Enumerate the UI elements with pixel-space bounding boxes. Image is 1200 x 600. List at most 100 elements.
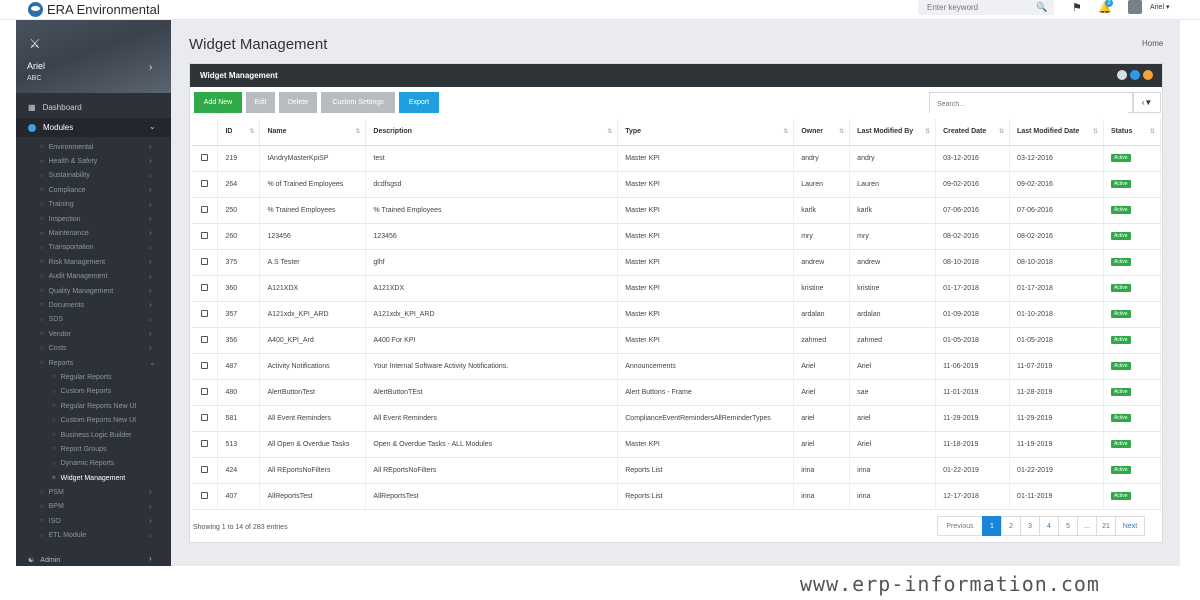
- user-menu[interactable]: Ariel ▾: [1150, 3, 1169, 11]
- sidebar-subitem[interactable]: ○ Audit Management ›: [16, 270, 171, 284]
- sidebar-subitem[interactable]: ○ Maintenance ›: [16, 226, 171, 240]
- row-checkbox[interactable]: [201, 361, 209, 369]
- column-header[interactable]: Created Date ⇅: [935, 119, 1011, 146]
- row-checkbox[interactable]: [201, 465, 209, 473]
- table-row[interactable]: 407 AllReportsTest AllReportsTest Reports L…: [192, 483, 1162, 510]
- table-row[interactable]: 360 A121XDX A121XDX Master KPI kristine krist…: [192, 275, 1162, 302]
- sidebar-subitem[interactable]: ○ Quality Management ›: [16, 284, 171, 298]
- custom-settings-button[interactable]: Custom Settings: [321, 92, 395, 113]
- sidebar-subitem[interactable]: ○ Vendor ›: [16, 327, 171, 341]
- column-header[interactable]: Last Modified Date ⇅: [1009, 119, 1104, 146]
- table-row[interactable]: 513 All Open & Overdue Tasks Open & Overdu…: [192, 431, 1162, 458]
- sort-icon[interactable]: ⇅: [607, 128, 612, 135]
- next-page-button[interactable]: Next: [1115, 516, 1145, 536]
- brand-logo[interactable]: ERA Environmental: [28, 0, 160, 18]
- sidebar-subitem[interactable]: ○ ETL Module ›: [16, 529, 171, 543]
- global-search-input[interactable]: [918, 3, 1036, 12]
- column-header[interactable]: Last Modified By ⇅: [849, 119, 937, 146]
- breadcrumb[interactable]: Home: [1142, 39, 1163, 48]
- sidebar-subitem[interactable]: ○ Costs ›: [16, 341, 171, 355]
- sidebar-subitem[interactable]: ○ Custom Reports New UI: [16, 413, 171, 427]
- column-header[interactable]: ID ⇅: [217, 119, 261, 146]
- column-header[interactable]: Status ⇅: [1103, 119, 1162, 146]
- previous-page-button[interactable]: Previous: [937, 516, 983, 536]
- table-search-input[interactable]: [930, 95, 1128, 114]
- settings-icon[interactable]: [1117, 70, 1127, 80]
- add-new-button[interactable]: Add New: [194, 92, 242, 113]
- sort-icon[interactable]: ⇅: [1150, 128, 1155, 135]
- search-icon[interactable]: 🔍: [1036, 2, 1047, 13]
- table-row[interactable]: 219 tAndryMasterKpiSP test Master KPI andry a…: [192, 145, 1162, 172]
- sort-icon[interactable]: ⇅: [925, 128, 930, 135]
- row-checkbox[interactable]: [201, 309, 209, 317]
- row-checkbox[interactable]: [201, 283, 209, 291]
- sidebar-subitem[interactable]: ○ ISO ›: [16, 514, 171, 528]
- sidebar-item-dashboard[interactable]: ▦ Dashboard: [16, 98, 171, 116]
- sort-icon[interactable]: ⇅: [249, 128, 254, 135]
- sort-icon[interactable]: ⇅: [1093, 128, 1098, 135]
- sidebar-subitem[interactable]: ○ Custom Reports: [16, 385, 171, 399]
- page-button[interactable]: 21: [1096, 516, 1116, 536]
- table-row[interactable]: 357 A121xdx_KPI_ARD A121xdx_KPI_ARD Master …: [192, 301, 1162, 328]
- table-row[interactable]: 487 Activity Notifications Your Internal S…: [192, 353, 1162, 380]
- sidebar-subitem[interactable]: ○ BPM ›: [16, 500, 171, 514]
- sidebar-subitem[interactable]: ○ Environmental ›: [16, 140, 171, 154]
- row-checkbox[interactable]: [201, 257, 209, 265]
- table-row[interactable]: 356 A400_KPI_Ard A400 For KPI Master KPI zah…: [192, 327, 1162, 354]
- row-checkbox[interactable]: [201, 413, 209, 421]
- sidebar-subitem[interactable]: ○ PSM ›: [16, 485, 171, 499]
- sidebar-subitem[interactable]: ○ Report Groups: [16, 442, 171, 456]
- chevron-right-icon[interactable]: ›: [149, 62, 152, 73]
- sidebar-subitem[interactable]: ○ Inspection ›: [16, 212, 171, 226]
- sort-icon[interactable]: ⇅: [783, 128, 788, 135]
- row-checkbox[interactable]: [201, 439, 209, 447]
- page-button[interactable]: 5: [1058, 516, 1078, 536]
- sidebar-subitem[interactable]: ○ Reports ⌄: [16, 356, 171, 370]
- table-row[interactable]: 260 123456 123456 Master KPI mry mry 08-02-201…: [192, 223, 1162, 250]
- page-button[interactable]: 1: [982, 516, 1002, 536]
- table-row[interactable]: 581 All Event Reminders All Event Reminder…: [192, 405, 1162, 432]
- sidebar-subitem[interactable]: ○ Health & Safety ›: [16, 154, 171, 168]
- delete-button[interactable]: Delete: [279, 92, 317, 113]
- row-checkbox[interactable]: [201, 387, 209, 395]
- sidebar-subitem[interactable]: ○ Widget Management: [16, 471, 171, 485]
- table-row[interactable]: 480 AlertButtonTest AlertButtonTEst Alert B…: [192, 379, 1162, 406]
- sort-icon[interactable]: ⇅: [355, 128, 360, 135]
- row-checkbox[interactable]: [201, 153, 209, 161]
- page-button[interactable]: 2: [1001, 516, 1021, 536]
- column-header[interactable]: Type ⇅: [617, 119, 795, 146]
- row-checkbox[interactable]: [201, 335, 209, 343]
- table-row[interactable]: 264 % of Trained Employees dcdfsgsd Master …: [192, 171, 1162, 198]
- sidebar-subitem[interactable]: ○ Training ›: [16, 198, 171, 212]
- sidebar-subitem[interactable]: ○ Documents ›: [16, 298, 171, 312]
- sidebar-item-modules[interactable]: Modules ⌄: [16, 118, 171, 137]
- page-button[interactable]: ...: [1077, 516, 1097, 536]
- sidebar-subitem[interactable]: ○ Transportation ›: [16, 241, 171, 255]
- sidebar-subitem[interactable]: ○ Risk Management ›: [16, 255, 171, 269]
- sidebar-subitem[interactable]: ○ Dynamic Reports: [16, 457, 171, 471]
- profile-name[interactable]: Ariel: [27, 61, 45, 71]
- sidebar-subitem[interactable]: ○ Regular Reports New UI: [16, 399, 171, 413]
- table-row[interactable]: 424 All REportsNoFilters All REportsNoFilt…: [192, 457, 1162, 484]
- table-row[interactable]: 250 % Trained Employees % Trained Employee…: [192, 197, 1162, 224]
- column-header[interactable]: Name ⇅: [259, 119, 367, 146]
- refresh-icon[interactable]: [1130, 70, 1140, 80]
- column-header[interactable]: Owner ⇅: [793, 119, 851, 146]
- sidebar-item-admin[interactable]: ☯ Admin ›: [16, 553, 171, 567]
- sidebar-subitem[interactable]: ○ Sustainability ›: [16, 169, 171, 183]
- column-header[interactable]: Description ⇅: [365, 119, 619, 146]
- export-button[interactable]: Export: [399, 92, 439, 113]
- row-checkbox[interactable]: [201, 491, 209, 499]
- sidebar-subitem[interactable]: ○ SDS ›: [16, 313, 171, 327]
- sidebar-subitem[interactable]: ○ Compliance ›: [16, 183, 171, 197]
- sidebar-subitem[interactable]: ○ Business Logic Builder: [16, 428, 171, 442]
- row-checkbox[interactable]: [201, 179, 209, 187]
- page-button[interactable]: 3: [1020, 516, 1040, 536]
- table-row[interactable]: 375 A.S Tester glhf Master KPI andrew andrew 0…: [192, 249, 1162, 276]
- sort-icon[interactable]: ⇅: [839, 128, 844, 135]
- filter-button[interactable]: ‹▼: [1133, 92, 1161, 113]
- bookmark-icon[interactable]: ⚑: [1072, 1, 1082, 14]
- avatar[interactable]: [1128, 0, 1142, 14]
- collapse-icon[interactable]: [1143, 70, 1153, 80]
- row-checkbox[interactable]: [201, 205, 209, 213]
